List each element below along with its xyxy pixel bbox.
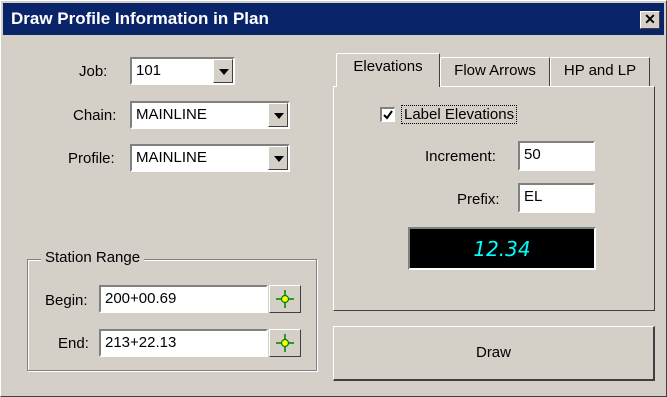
job-combo[interactable]: 101 [130,57,235,85]
job-label: Job: [79,63,108,80]
begin-station-value: 200+00.69 [105,290,177,307]
title-bar[interactable]: Draw Profile Information in Plan ✕ [3,3,664,35]
label-elevations-checkbox[interactable] [380,107,395,122]
crosshair-icon [276,290,294,308]
profile-combo[interactable]: MAINLINE [130,144,290,172]
prefix-label: Prefix: [457,191,500,208]
profile-value: MAINLINE [136,149,207,166]
job-value: 101 [136,62,162,79]
tab-hp-and-lp[interactable]: HP and LP [550,57,650,87]
profile-label: Profile: [68,150,115,167]
end-station-value: 213+22.13 [105,334,177,351]
increment-value: 50 [524,146,541,163]
dialog-window: Draw Profile Information in Plan ✕ Job: … [0,0,667,397]
chevron-down-icon[interactable] [268,146,288,170]
elevation-preview-text: 12.34 [473,237,531,261]
label-elevations-label[interactable]: Label Elevations [401,105,518,124]
chain-label: Chain: [73,107,117,124]
checkmark-icon [383,110,393,120]
draw-button[interactable]: Draw [333,326,655,381]
pick-begin-button[interactable] [269,285,301,313]
crosshair-icon [276,334,294,352]
begin-station-input[interactable]: 200+00.69 [99,285,268,313]
station-range-title: Station Range [41,249,145,266]
close-button[interactable]: ✕ [640,11,660,29]
tab-label: Flow Arrows [454,62,536,79]
chevron-down-icon[interactable] [213,59,233,83]
tab-label: Elevations [353,58,423,75]
end-label: End: [58,335,89,352]
prefix-value: EL [524,188,543,205]
elevation-preview-display: 12.34 [408,227,596,270]
begin-label: Begin: [45,292,88,309]
chevron-down-icon[interactable] [268,103,288,127]
end-station-input[interactable]: 213+22.13 [99,329,268,357]
tab-label: HP and LP [563,62,637,79]
chain-value: MAINLINE [136,106,207,123]
pick-end-button[interactable] [269,329,301,357]
increment-label: Increment: [425,148,496,165]
tab-elevations[interactable]: Elevations [336,53,440,87]
chain-combo[interactable]: MAINLINE [130,101,290,129]
prefix-input[interactable]: EL [518,183,595,213]
tab-flow-arrows[interactable]: Flow Arrows [440,57,550,87]
increment-input[interactable]: 50 [518,141,595,171]
close-icon: ✕ [644,11,656,27]
window-title: Draw Profile Information in Plan [11,9,269,28]
